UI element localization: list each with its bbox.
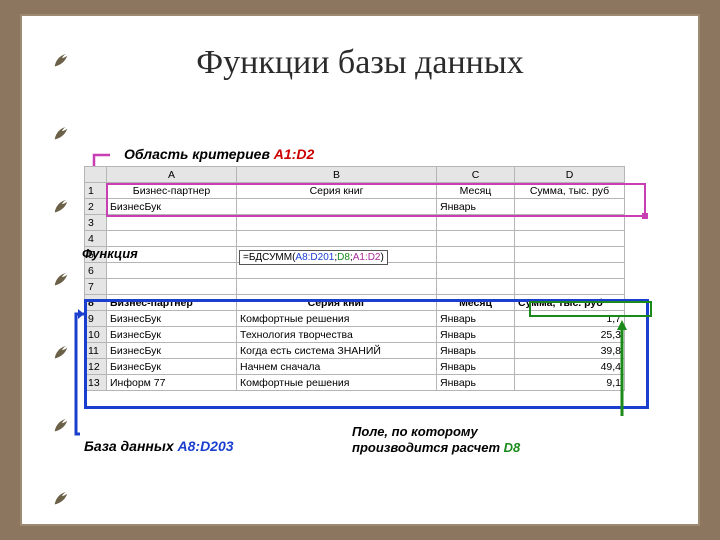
row-number: 8 <box>85 295 107 311</box>
cell: Технология творчества <box>237 327 437 343</box>
table-row: 11БизнесБукКогда есть система ЗНАНИЙЯнва… <box>85 343 625 359</box>
row-number: 2 <box>85 199 107 215</box>
blank-row: 7 <box>85 279 625 295</box>
row-number: 7 <box>85 279 107 295</box>
cell: Январь <box>437 199 515 215</box>
cell: 39,8 <box>515 343 625 359</box>
database-label: База данных A8:D203 <box>84 438 234 454</box>
function-label: Функция <box>82 246 138 261</box>
field-label-line1: Поле, по которому <box>352 424 478 439</box>
row-number: 6 <box>85 263 107 279</box>
database-label-ref: A8:D203 <box>178 438 234 454</box>
formula-arg2: D8 <box>337 252 350 263</box>
leaf-icon <box>52 124 70 142</box>
formula-display: =БДСУММ(A8:D201;D8;A1:D2) <box>239 250 388 265</box>
leaf-icon <box>52 197 70 215</box>
cell: Сумма, тыс. руб <box>515 295 625 311</box>
leaf-icon <box>52 343 70 361</box>
cell: Комфортные решения <box>237 375 437 391</box>
cell: 1,7 <box>515 311 625 327</box>
spreadsheet: A B C D 1 Бизнес-партнер Серия книг Меся… <box>84 166 625 391</box>
cell: Информ 77 <box>107 375 237 391</box>
cell <box>515 199 625 215</box>
row-number: 3 <box>85 215 107 231</box>
table-row: 9БизнесБукКомфортные решенияЯнварь1,7 <box>85 311 625 327</box>
cell: Начнем сначала <box>237 359 437 375</box>
field-label: Поле, по которому производится расчет D8 <box>352 424 520 457</box>
formula-arg3: A1:D2 <box>353 252 381 263</box>
cell: Январь <box>437 311 515 327</box>
col-header: C <box>437 167 515 183</box>
row-number: 4 <box>85 231 107 247</box>
cell: БизнесБук <box>107 199 237 215</box>
col-header: B <box>237 167 437 183</box>
slide-title: Функции базы данных <box>22 44 698 82</box>
column-header-row: A B C D <box>85 167 625 183</box>
database-label-text: База данных <box>84 438 174 454</box>
cell: БизнесБук <box>107 311 237 327</box>
blank-row: 3 <box>85 215 625 231</box>
formula-arg1: A8:D201 <box>295 252 334 263</box>
criteria-header-row: 1 Бизнес-партнер Серия книг Месяц Сумма,… <box>85 183 625 199</box>
leaf-icon <box>52 489 70 507</box>
cell: 49,4 <box>515 359 625 375</box>
criteria-value-row: 2 БизнесБук Январь <box>85 199 625 215</box>
corner-cell <box>85 167 107 183</box>
cell: Месяц <box>437 183 515 199</box>
cell: Когда есть система ЗНАНИЙ <box>237 343 437 359</box>
leaf-icon <box>52 416 70 434</box>
cell: Комфортные решения <box>237 311 437 327</box>
col-header: A <box>107 167 237 183</box>
formula-prefix: =БДСУММ( <box>243 252 295 263</box>
cell: Январь <box>437 375 515 391</box>
cell: БизнесБук <box>107 327 237 343</box>
cell: Бизнес-партнер <box>107 295 237 311</box>
row-number: 13 <box>85 375 107 391</box>
cell: Серия книг <box>237 183 437 199</box>
cell: 25,3 <box>515 327 625 343</box>
field-label-ref: D8 <box>504 440 521 455</box>
data-header-row: 8 Бизнес-партнер Серия книг Месяц Сумма,… <box>85 295 625 311</box>
bullet-column <box>52 51 70 507</box>
cell: Январь <box>437 359 515 375</box>
blank-row: 4 <box>85 231 625 247</box>
cell: Месяц <box>437 295 515 311</box>
diagram-area: Область критериев A1:D2 A B C D 1 Бизнес… <box>84 146 654 466</box>
row-number: 1 <box>85 183 107 199</box>
table-row: 10БизнесБукТехнология творчестваЯнварь25… <box>85 327 625 343</box>
criteria-label-text: Область критериев <box>124 146 270 162</box>
cell: Сумма, тыс. руб <box>515 183 625 199</box>
row-number: 11 <box>85 343 107 359</box>
slide-frame: Функции базы данных Область критериев A1… <box>20 14 700 526</box>
cell: Январь <box>437 343 515 359</box>
table-row: 13Информ 77Комфортные решенияЯнварь9,1 <box>85 375 625 391</box>
cell <box>237 199 437 215</box>
cell: Бизнес-партнер <box>107 183 237 199</box>
cell: БизнесБук <box>107 359 237 375</box>
leaf-icon <box>52 270 70 288</box>
cell: Январь <box>437 327 515 343</box>
criteria-label: Область критериев A1:D2 <box>124 146 314 162</box>
cell: БизнесБук <box>107 343 237 359</box>
table-row: 12БизнесБукНачнем сначалаЯнварь49,4 <box>85 359 625 375</box>
row-number: 10 <box>85 327 107 343</box>
cell: 9,1 <box>515 375 625 391</box>
col-header: D <box>515 167 625 183</box>
criteria-label-ref: A1:D2 <box>274 146 314 162</box>
row-number: 9 <box>85 311 107 327</box>
formula-suffix: ) <box>381 252 384 263</box>
cell: Серия книг <box>237 295 437 311</box>
field-label-line2: производится расчет <box>352 440 500 455</box>
row-number: 12 <box>85 359 107 375</box>
